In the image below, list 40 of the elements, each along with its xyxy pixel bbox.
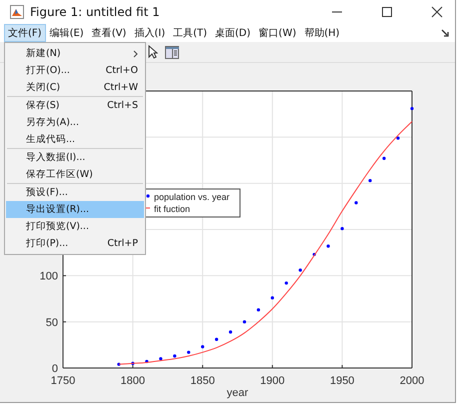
x-tick-label: 2000 <box>400 375 424 387</box>
y-tick-label: 50 <box>46 316 58 329</box>
menu-item[interactable]: 查看(V) <box>88 24 130 42</box>
x-tick-label: 1900 <box>260 375 285 387</box>
menu-item[interactable]: 编辑(E) <box>46 24 88 42</box>
menu-option[interactable]: 保存工作区(W) <box>6 166 144 183</box>
menu-item[interactable]: 文件(F) <box>4 24 46 42</box>
menu-option[interactable]: 保存(S) Ctrl+S <box>6 97 144 114</box>
y-tick-label: 0 <box>52 363 58 375</box>
close-icon[interactable] <box>431 6 443 18</box>
menu-option[interactable]: 另存为(A)... <box>6 114 144 131</box>
window-title: Figure 1: untitled fit 1 <box>30 5 160 19</box>
y-tick-label: 100 <box>40 270 58 283</box>
menu-option[interactable]: 导出设置(R)... <box>6 201 144 218</box>
menu-item[interactable]: 插入(I) <box>130 24 170 42</box>
menu-item[interactable]: 工具(T) <box>169 24 212 42</box>
pointer-icon[interactable] <box>148 45 158 59</box>
menu-option[interactable]: 打开(O)... Ctrl+O <box>6 62 144 79</box>
menu-option[interactable]: 新建(N) <box>6 45 144 62</box>
x-axis-label: year <box>226 387 248 399</box>
x-tick-label: 1800 <box>120 375 146 387</box>
legend-label: population vs. year <box>154 192 230 202</box>
menu-option[interactable]: 打印预览(V)... <box>6 218 144 235</box>
menu-option[interactable]: 关闭(C) Ctrl+W <box>6 79 144 96</box>
menu-option[interactable]: 打印(P)... Ctrl+P <box>6 235 144 252</box>
x-tick-label: 1850 <box>190 375 215 387</box>
app-icon <box>10 5 24 19</box>
menu-option[interactable]: 导入数据(I)... <box>6 149 144 166</box>
menu-option[interactable]: 生成代码... <box>6 131 144 148</box>
menu-option[interactable]: 预设(F)... <box>6 184 144 201</box>
legend-label: fit fuction <box>154 204 190 214</box>
x-tick-label: 1950 <box>330 375 354 387</box>
menu-item[interactable]: 窗口(W) <box>254 24 300 42</box>
menu-item[interactable]: 桌面(D) <box>211 24 255 42</box>
legend-marker <box>146 194 150 198</box>
menu-item[interactable]: 帮助(H) <box>300 24 344 42</box>
x-tick-label: 1750 <box>50 375 76 387</box>
maximize-icon[interactable] <box>381 6 393 18</box>
property-editor-icon[interactable] <box>165 46 179 58</box>
dock-arrow-icon[interactable] <box>441 29 449 37</box>
